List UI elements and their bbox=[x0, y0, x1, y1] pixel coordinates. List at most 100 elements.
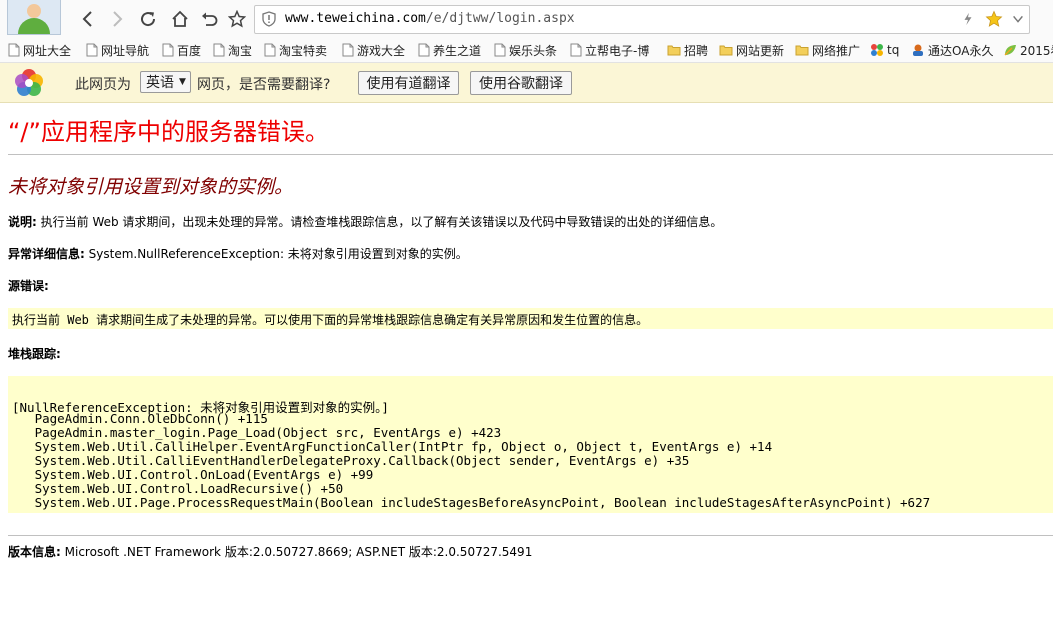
translate-logo-icon bbox=[15, 69, 43, 96]
exception-text: System.NullReferenceException: 未将对象引用设置到… bbox=[88, 247, 468, 261]
star-filled-icon bbox=[985, 10, 1003, 27]
bookmark-item[interactable]: 通达OA永久 bbox=[911, 41, 993, 59]
back-arrow-icon bbox=[82, 11, 92, 27]
bookmark-item[interactable]: 百度 bbox=[162, 41, 201, 59]
home-button[interactable] bbox=[169, 8, 191, 30]
bookmark-label: 立帮电子-博 bbox=[585, 43, 650, 58]
bookmark-item[interactable]: 2015看 bbox=[1003, 41, 1053, 59]
undo-icon bbox=[202, 12, 218, 26]
bookmark-label: 淘宝 bbox=[228, 43, 253, 58]
folder-icon bbox=[795, 45, 809, 56]
page-icon bbox=[213, 43, 225, 57]
version-label: 版本信息: bbox=[8, 545, 61, 559]
bookmark-label: 游戏大全 bbox=[357, 43, 406, 58]
stack-trace-line: PageAdmin.master_login.Page_Load(Object … bbox=[12, 425, 502, 440]
page-icon bbox=[342, 43, 354, 57]
chevron-down-icon bbox=[1013, 15, 1023, 23]
page-icon bbox=[494, 43, 506, 57]
stack-trace-line: System.Web.Util.CalliEventHandlerDelegat… bbox=[12, 453, 690, 468]
youdao-translate-button[interactable]: 使用有道翻译 bbox=[358, 71, 459, 95]
forward-arrow-icon bbox=[113, 11, 123, 27]
tq-icon bbox=[871, 44, 883, 56]
bookmarks-bar: 网址大全 网址导航 百度 淘宝 淘宝特卖 游戏大全 养生之道 娱乐头条 立帮电子-博 招聘 网站更新… bbox=[0, 37, 1053, 63]
version-text: Microsoft .NET Framework 版本:2.0.50727.86… bbox=[64, 545, 533, 559]
bookmark-star-button[interactable] bbox=[985, 10, 1003, 28]
google-translate-button[interactable]: 使用谷歌翻译 bbox=[470, 71, 572, 95]
bookmark-label: 网址导航 bbox=[101, 43, 150, 58]
page-icon bbox=[418, 43, 430, 57]
language-select[interactable]: 英语 ▼ bbox=[140, 71, 191, 93]
page-icon bbox=[86, 43, 98, 57]
back-button[interactable] bbox=[77, 8, 99, 30]
exception-label: 异常详细信息: bbox=[8, 247, 85, 261]
undo-close-tab-button[interactable] bbox=[198, 8, 220, 30]
bookmark-item[interactable]: 游戏大全 bbox=[342, 41, 405, 59]
stack-trace-box: [NullReferenceException: 未将对象引用设置到对象的实例。… bbox=[8, 376, 1053, 513]
bookmark-label: 2015看 bbox=[1020, 43, 1053, 58]
user-avatar[interactable] bbox=[7, 0, 61, 35]
language-value: 英语 bbox=[146, 75, 174, 91]
stack-trace-row: 堆栈跟踪: bbox=[8, 345, 61, 362]
star-outline-icon bbox=[228, 10, 246, 28]
reload-icon bbox=[141, 12, 156, 27]
page-icon bbox=[162, 43, 174, 57]
favorite-button[interactable] bbox=[226, 8, 248, 30]
bookmark-label: 通达OA永久 bbox=[928, 43, 994, 58]
bookmark-label: 网址大全 bbox=[23, 43, 72, 58]
bookmark-item[interactable]: 网址大全 bbox=[8, 41, 71, 59]
translate-prompt-suffix: 网页，是否需要翻译? bbox=[197, 77, 331, 93]
description-label: 说明: bbox=[8, 215, 37, 229]
avatar-body bbox=[18, 18, 50, 34]
speed-mode-button[interactable] bbox=[959, 10, 977, 28]
address-dropdown-button[interactable] bbox=[1009, 10, 1027, 28]
page-title: “/”应用程序中的服务器错误。 bbox=[8, 118, 329, 146]
lightning-icon bbox=[964, 12, 972, 26]
bookmark-item[interactable]: 立帮电子-博 bbox=[570, 41, 649, 59]
bookmark-item[interactable]: 养生之道 bbox=[418, 41, 481, 59]
bookmark-label: 娱乐头条 bbox=[509, 43, 558, 58]
url-path: /e/djtww/login.aspx bbox=[425, 11, 575, 26]
url-text: www.teweichina.com/e/djtww/login.aspx bbox=[285, 11, 575, 26]
bookmark-item[interactable]: 网络推广 bbox=[795, 41, 860, 59]
reload-button[interactable] bbox=[137, 8, 159, 30]
translate-bar: 此网页为 英语 ▼ 网页，是否需要翻译? 使用有道翻译 使用谷歌翻译 bbox=[0, 63, 1053, 103]
stack-trace-line: System.Web.UI.Control.LoadRecursive() +5… bbox=[12, 481, 344, 496]
bookmark-item[interactable]: 网址导航 bbox=[86, 41, 149, 59]
browser-toolbar: www.teweichina.com/e/djtww/login.aspx bbox=[0, 0, 1053, 37]
stack-trace-line: System.Web.UI.Control.OnLoad(EventArgs e… bbox=[12, 467, 374, 482]
oa-icon bbox=[913, 44, 923, 56]
stack-trace-label: 堆栈跟踪: bbox=[8, 347, 61, 361]
source-error-text: 执行当前 Web 请求期间生成了未处理的异常。可以使用下面的异常堆栈跟踪信息确定… bbox=[12, 313, 649, 327]
stack-trace-line: PageAdmin.Conn.OleDbConn() +115 bbox=[12, 411, 268, 426]
home-icon bbox=[172, 10, 188, 27]
exception-row: 异常详细信息: System.NullReferenceException: 未… bbox=[8, 245, 468, 262]
description-text: 执行当前 Web 请求期间，出现未处理的异常。请检查堆栈跟踪信息，以了解有关该错… bbox=[40, 215, 723, 229]
bookmark-item[interactable]: 淘宝 bbox=[213, 41, 252, 59]
bookmark-label: 养生之道 bbox=[433, 43, 482, 58]
bookmark-item[interactable]: 网站更新 bbox=[719, 41, 784, 59]
source-error-label: 源错误: bbox=[8, 279, 49, 293]
address-bar[interactable]: www.teweichina.com/e/djtww/login.aspx bbox=[254, 5, 1030, 34]
source-error-box: 执行当前 Web 请求期间生成了未处理的异常。可以使用下面的异常堆栈跟踪信息确定… bbox=[8, 308, 1053, 329]
caret-down-icon: ▼ bbox=[179, 77, 186, 87]
url-host: www.teweichina.com bbox=[285, 11, 426, 26]
bookmark-item[interactable]: 娱乐头条 bbox=[494, 41, 557, 59]
bookmark-item[interactable]: 招聘 bbox=[667, 41, 708, 59]
page-icon bbox=[8, 43, 20, 57]
stack-trace-line: System.Web.UI.Page.ProcessRequestMain(Bo… bbox=[12, 495, 931, 510]
forward-button[interactable] bbox=[106, 8, 128, 30]
translate-prompt-prefix: 此网页为 bbox=[75, 77, 131, 93]
bookmark-item[interactable]: 淘宝特卖 bbox=[264, 41, 327, 59]
bookmark-label: tq bbox=[887, 43, 900, 57]
page-icon bbox=[264, 43, 276, 57]
divider-bottom bbox=[8, 535, 1053, 536]
folder-icon bbox=[719, 45, 733, 56]
bookmark-label: 网站更新 bbox=[736, 43, 785, 58]
bookmark-label: 淘宝特卖 bbox=[279, 43, 328, 58]
divider bbox=[8, 154, 1053, 155]
bookmark-label: 招聘 bbox=[684, 43, 709, 58]
version-row: 版本信息: Microsoft .NET Framework 版本:2.0.50… bbox=[8, 543, 532, 560]
folder-icon bbox=[667, 45, 681, 56]
leaf-icon bbox=[1004, 45, 1016, 56]
bookmark-item[interactable]: tq bbox=[870, 41, 899, 59]
